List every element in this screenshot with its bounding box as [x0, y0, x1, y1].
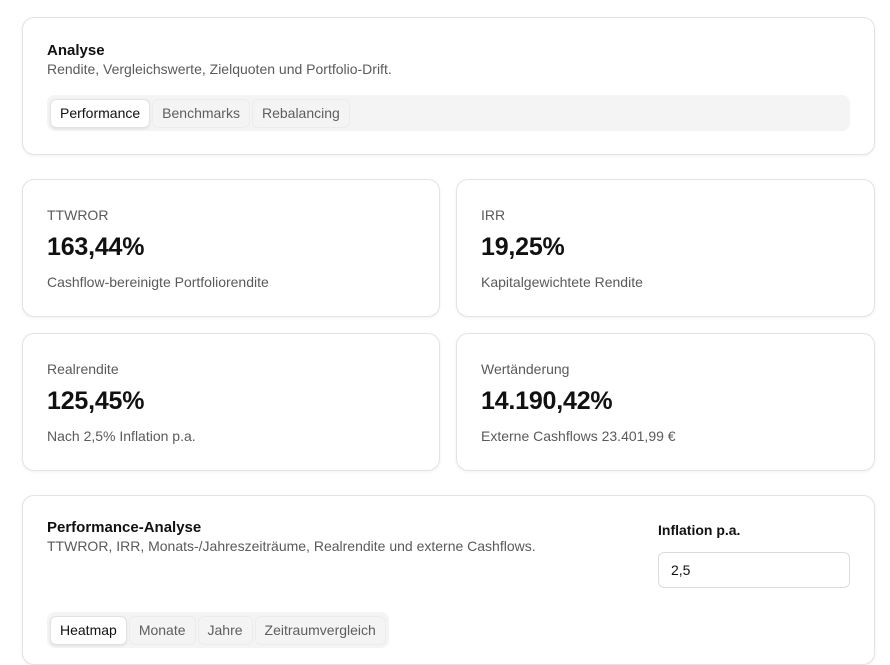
- tab-heatmap[interactable]: Heatmap: [50, 615, 127, 645]
- metric-card-irr: IRR 19,25% Kapitalgewichtete Rendite: [456, 179, 875, 317]
- tab-monate[interactable]: Monate: [128, 615, 196, 645]
- tab-performance[interactable]: Performance: [50, 98, 151, 128]
- metric-card-ttwror: TTWROR 163,44% Cashflow-bereinigte Portf…: [22, 179, 440, 317]
- inflation-input[interactable]: [658, 552, 850, 588]
- metric-description: Cashflow-bereinigte Portfoliorendite: [47, 274, 269, 290]
- metric-description: Externe Cashflows 23.401,99 €: [481, 428, 676, 444]
- metric-card-wertaenderung: Wertänderung 14.190,42% Externe Cashflow…: [456, 333, 875, 471]
- metric-label: TTWROR: [47, 207, 109, 223]
- performance-subtitle: TTWROR, IRR, Monats-/Jahreszeiträume, Re…: [47, 538, 536, 554]
- metric-value: 163,44%: [47, 233, 145, 261]
- analyse-card: Analyse Rendite, Vergleichswerte, Zielqu…: [22, 17, 875, 155]
- performance-analyse-card: Performance-Analyse TTWROR, IRR, Monats-…: [22, 495, 875, 665]
- tab-benchmarks[interactable]: Benchmarks: [152, 98, 250, 128]
- performance-tabs: Heatmap Monate Jahre Zeitraumvergleich: [47, 612, 389, 648]
- tab-zeitraumvergleich[interactable]: Zeitraumvergleich: [254, 615, 386, 645]
- inflation-label: Inflation p.a.: [658, 522, 741, 538]
- analyse-subtitle: Rendite, Vergleichswerte, Zielquoten und…: [47, 61, 392, 77]
- metric-label: IRR: [481, 207, 506, 223]
- performance-title: Performance-Analyse: [47, 519, 202, 536]
- metric-description: Nach 2,5% Inflation p.a.: [47, 428, 196, 444]
- tab-rebalancing[interactable]: Rebalancing: [251, 98, 350, 128]
- metric-label: Realrendite: [47, 361, 119, 377]
- analyse-title: Analyse: [47, 42, 105, 59]
- metric-value: 14.190,42%: [481, 387, 613, 415]
- metric-value: 19,25%: [481, 233, 565, 261]
- metric-description: Kapitalgewichtete Rendite: [481, 274, 643, 290]
- metric-label: Wertänderung: [481, 361, 570, 377]
- metric-value: 125,45%: [47, 387, 145, 415]
- metric-card-realrendite: Realrendite 125,45% Nach 2,5% Inflation …: [22, 333, 440, 471]
- tab-jahre[interactable]: Jahre: [197, 615, 253, 645]
- analyse-tabs: Performance Benchmarks Rebalancing: [47, 95, 850, 131]
